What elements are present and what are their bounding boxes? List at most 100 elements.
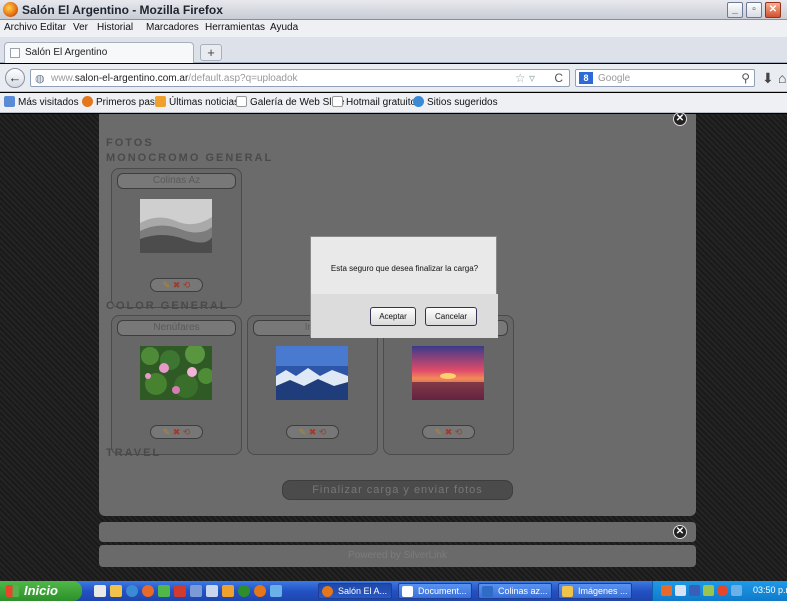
menu-editar[interactable]: Editar [40,22,66,33]
photo-tools: ✎ ✖ ⟲ [150,278,203,292]
task-imagenes[interactable]: Imágenes ... [558,583,632,599]
google-icon[interactable]: 8 [579,72,593,84]
page-icon [236,96,247,107]
tray-icon[interactable] [689,585,700,596]
maximize-button[interactable]: ▫ [746,2,762,18]
close-window-button[interactable]: ✕ [765,2,781,18]
close-icon[interactable]: ✕ [673,112,687,126]
pencil-icon[interactable]: ✎ [435,427,443,437]
rotate-icon[interactable]: ⟲ [183,427,191,437]
folder-icon [562,586,573,597]
quicklaunch-folder-icon[interactable] [110,585,122,597]
menu-ver[interactable]: Ver [73,22,88,33]
photo-tools: ✎ ✖ ⟲ [150,425,203,439]
section-title-color: COLOR GENERAL [106,300,229,312]
document-icon [402,586,413,597]
tray-icon[interactable] [703,585,714,596]
bookmark-hotmail[interactable]: Hotmail gratuito [332,96,416,108]
photo-caption[interactable]: Nenúfares [117,320,236,336]
accept-button[interactable]: Aceptar [370,307,416,326]
reload-icon[interactable]: C [554,71,563,85]
rotate-icon[interactable]: ⟲ [319,427,327,437]
tab-salon[interactable]: Salón El Argentino [4,42,194,63]
search-icon[interactable]: ⚲ [741,71,750,85]
page-icon [332,96,343,107]
bookmark-mas-visitados[interactable]: Más visitados [4,96,79,108]
new-tab-button[interactable]: + [200,44,222,61]
dialog-message: Esta seguro que desea finalizar la carga… [330,264,479,273]
quicklaunch-app-icon[interactable] [270,585,282,597]
tab-bar: Salón El Argentino + [0,37,787,63]
photo-thumbnail [276,346,348,400]
search-bar[interactable]: 8 Google ⚲ [575,69,755,87]
home-icon[interactable]: ⌂ [778,70,786,86]
tab-label: Salón El Argentino [25,47,108,58]
bookmark-primeros-pasos[interactable]: Primeros pasos [82,96,165,108]
bookmarks-folder-icon [4,96,15,107]
menu-herramientas[interactable]: Herramientas [205,22,265,33]
menu-historial[interactable]: Historial [97,22,133,33]
minimize-button[interactable]: _ [727,2,743,18]
photo-tools: ✎ ✖ ⟲ [286,425,339,439]
section-title-mono: MONOCROMO GENERAL [106,152,274,164]
quicklaunch-app-icon[interactable] [190,585,202,597]
url-text: www.salon-el-argentino.com.ar/default.as… [51,73,298,84]
collapsed-panel-bar: ✕ [99,522,696,542]
delete-icon[interactable]: ✖ [173,280,181,290]
finalize-upload-button[interactable]: Finalizar carga y enviar fotos [282,480,513,500]
navigation-bar: ← ◍ www.salon-el-argentino.com.ar/defaul… [0,64,787,92]
bookmark-sitios-sugeridos[interactable]: Sitios sugeridos [413,96,498,108]
url-bar[interactable]: ◍ www.salon-el-argentino.com.ar/default.… [30,69,570,87]
pencil-icon[interactable]: ✎ [299,427,307,437]
task-colinas[interactable]: Colinas az... [478,583,552,599]
delete-icon[interactable]: ✖ [309,427,317,437]
pencil-icon[interactable]: ✎ [163,427,171,437]
photo-card-nenufares: Nenúfares ✎ ✖ ⟲ [111,315,242,455]
tray-icon[interactable] [675,585,686,596]
photo-tools: ✎ ✖ ⟲ [422,425,475,439]
quicklaunch-ie-icon[interactable] [126,585,138,597]
menu-bar: Archivo Editar Ver Historial Marcadores … [0,20,787,37]
quicklaunch-desktop-icon[interactable] [94,585,106,597]
quicklaunch-media-icon[interactable] [142,585,154,597]
window-titlebar: Salón El Argentino - Mozilla Firefox _ ▫… [0,0,787,20]
menu-ayuda[interactable]: Ayuda [270,22,298,33]
firefox-icon [322,586,333,597]
bookmark-galeria-web-slice[interactable]: Galería de Web Slice [236,96,344,108]
rotate-icon[interactable]: ⟲ [455,427,463,437]
download-icon[interactable]: ⬇ [762,70,774,87]
menu-marcadores[interactable]: Marcadores [146,22,199,33]
page-heading: FOTOS [106,137,154,149]
photo-caption[interactable]: Colinas Az [117,173,236,189]
window-title: Salón El Argentino - Mozilla Firefox [22,3,223,17]
photo-thumbnail [140,346,212,400]
close-icon[interactable]: ✕ [673,525,687,539]
confirm-dialog: Esta seguro que desea finalizar la carga… [310,236,498,338]
bookmark-ultimas-noticias[interactable]: Últimas noticias [155,96,239,108]
rotate-icon[interactable]: ⟲ [183,280,191,290]
tray-icon[interactable] [717,585,728,596]
quicklaunch-firefox-icon[interactable] [254,585,266,597]
delete-icon[interactable]: ✖ [173,427,181,437]
task-document[interactable]: Document... [398,583,472,599]
photo-card-colinas: Colinas Az ✎ ✖ ⟲ [111,168,242,308]
delete-icon[interactable]: ✖ [445,427,453,437]
quicklaunch-app-icon[interactable] [174,585,186,597]
task-firefox[interactable]: Salón El A... [318,583,392,599]
back-button[interactable]: ← [5,68,25,88]
tray-icon[interactable] [731,585,742,596]
quicklaunch-app-icon[interactable] [206,585,218,597]
quicklaunch-app-icon[interactable] [238,585,250,597]
bookmarks-bar: Más visitados Primeros pasos Últimas not… [0,93,787,113]
start-button[interactable]: Inicio [0,581,82,601]
tray-icon[interactable] [661,585,672,596]
firefox-icon [82,96,93,107]
quicklaunch-app-icon[interactable] [222,585,234,597]
cancel-button[interactable]: Cancelar [425,307,477,326]
pencil-icon[interactable]: ✎ [163,280,171,290]
search-engine-label: Google [598,73,631,84]
quicklaunch-app-icon[interactable] [158,585,170,597]
menu-archivo[interactable]: Archivo [4,22,37,33]
photo-thumbnail [140,199,212,253]
bookmark-star-icon[interactable]: ☆ ▿ [515,71,535,85]
